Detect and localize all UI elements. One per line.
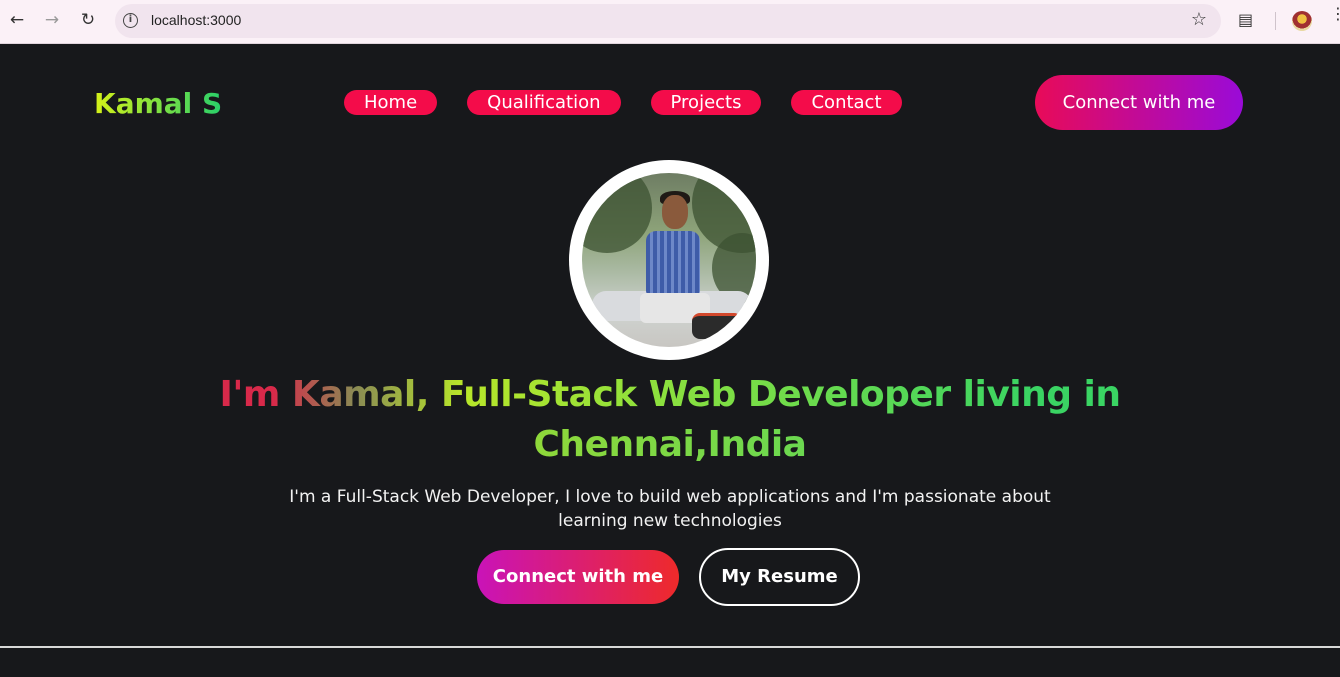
address-bar[interactable]: i localhost:3000 ☆ [115, 4, 1221, 38]
header-connect-button[interactable]: Connect with me [1035, 75, 1243, 130]
headline-line-1: I'm Kamal, Full-Stack Web Developer livi… [219, 374, 1121, 415]
nav-qualification[interactable]: Qualification [467, 90, 621, 115]
next-section-heading-cutoff [218, 663, 338, 677]
hero-connect-button[interactable]: Connect with me [477, 550, 679, 604]
section-divider [0, 646, 1340, 648]
bookmark-star-icon[interactable]: ☆ [1191, 9, 1207, 30]
toolbar-divider [1275, 12, 1276, 30]
resume-button[interactable]: My Resume [699, 548, 860, 606]
hero-subtitle: I'm a Full-Stack Web Developer, I love t… [270, 485, 1070, 533]
hero-headline: I'm Kamal, Full-Stack Web Developer livi… [200, 370, 1140, 470]
reload-icon[interactable]: ↻ [76, 8, 100, 32]
back-icon[interactable]: ← [5, 8, 29, 32]
page-content: Kamal S Home Qualification Projects Cont… [0, 45, 1340, 673]
forward-icon[interactable]: → [40, 8, 64, 32]
browser-toolbar: ← → ↻ i localhost:3000 ☆ ▤ ⋮ [0, 0, 1340, 44]
headline-line-2: Chennai,India [533, 424, 807, 465]
subtitle-line-1: I'm a Full-Stack Web Developer, I love t… [289, 487, 1051, 507]
main-nav: Home Qualification Projects Contact [344, 90, 902, 115]
profile-avatar[interactable] [1292, 11, 1312, 31]
profile-photo [582, 173, 756, 347]
extensions-icon[interactable]: ▤ [1238, 10, 1258, 30]
url-text[interactable]: localhost:3000 [151, 12, 241, 28]
subtitle-line-2: learning new technologies [558, 511, 782, 531]
nav-contact[interactable]: Contact [791, 90, 902, 115]
menu-icon[interactable]: ⋮ [1330, 6, 1340, 32]
profile-photo-frame [569, 160, 769, 360]
site-logo[interactable]: Kamal S [94, 87, 222, 120]
nav-projects[interactable]: Projects [650, 90, 762, 115]
next-section-heading-cutoff-right [912, 665, 1012, 677]
nav-home[interactable]: Home [344, 90, 438, 115]
site-info-icon[interactable]: i [123, 13, 138, 28]
